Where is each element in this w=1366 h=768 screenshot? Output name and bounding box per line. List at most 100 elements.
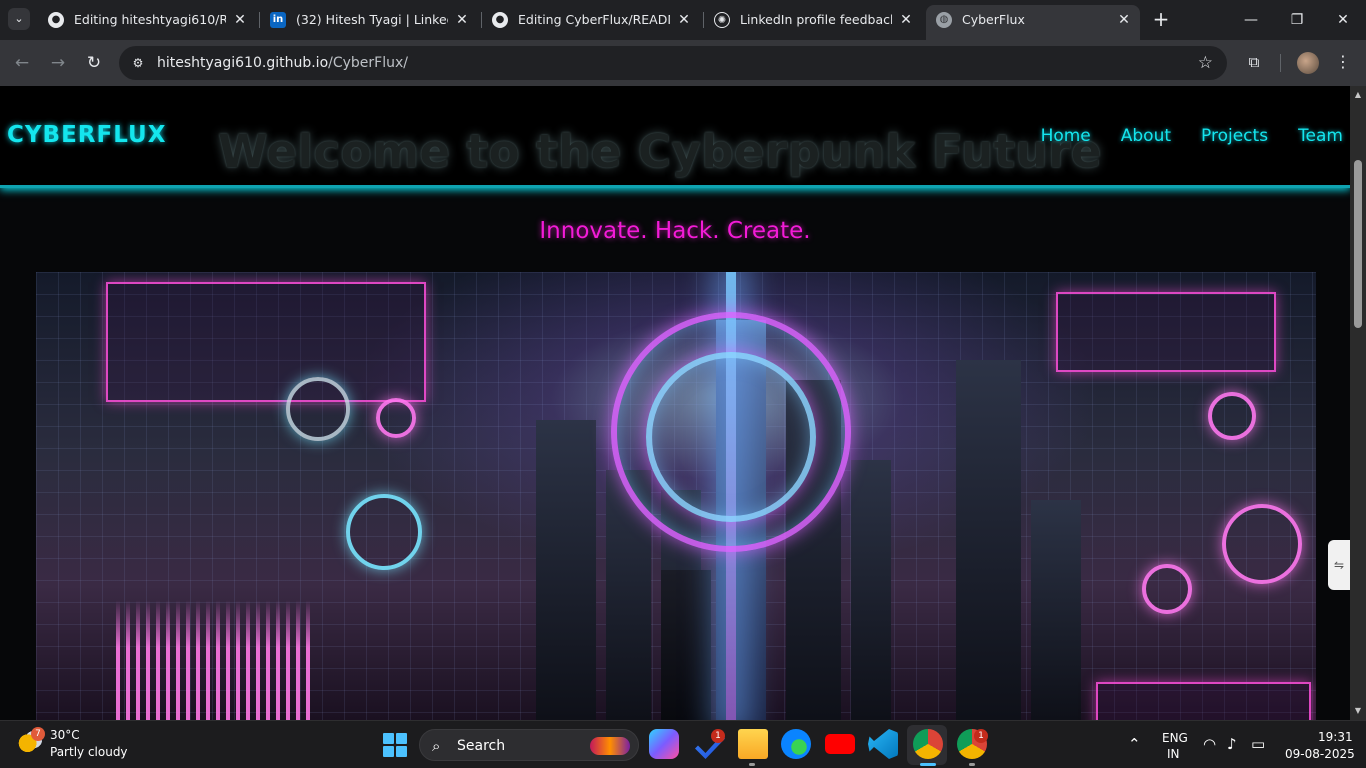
- chrome-icon[interactable]: [913, 729, 943, 759]
- site-header: CYBERFLUX Welcome to the Cyberpunk Futur…: [0, 86, 1350, 188]
- page-scrollbar[interactable]: ▲ ▼: [1350, 86, 1366, 720]
- more-menu-icon[interactable]: ⋮: [1335, 51, 1351, 73]
- close-icon[interactable]: ✕: [898, 5, 914, 35]
- nav-link-home[interactable]: Home: [1041, 126, 1091, 146]
- start-button[interactable]: [383, 733, 407, 757]
- close-icon[interactable]: ✕: [454, 5, 470, 35]
- search-highlight-art: [590, 737, 630, 755]
- weather-desc[interactable]: Partly cloudy: [50, 745, 128, 759]
- browser-toolbar: ← → ↻ ⚙ hiteshtyagi610.github.io/CyberFl…: [0, 40, 1366, 86]
- neon-ring-inner: [646, 352, 816, 522]
- url-host: hiteshtyagi610.github.io: [157, 55, 329, 71]
- chatgpt-icon: ✺: [714, 12, 730, 28]
- url-text: hiteshtyagi610.github.io/CyberFlux/: [157, 46, 408, 80]
- skyscraper: [1031, 500, 1081, 720]
- volume-icon[interactable]: ♪: [1227, 735, 1237, 753]
- hologram-panel: [1056, 292, 1276, 372]
- chrome-badge: 1: [974, 729, 988, 743]
- tab-github-cyberflux[interactable]: ● Editing CyberFlux/README.r ✕: [482, 5, 700, 35]
- tray-chevron-icon[interactable]: ⌃: [1128, 735, 1141, 753]
- hologram-dial: [346, 494, 422, 570]
- skyscraper: [956, 360, 1021, 720]
- nav-link-projects[interactable]: Projects: [1201, 126, 1268, 146]
- active-indicator: [920, 763, 936, 766]
- hologram-dial: [1142, 564, 1192, 614]
- github-icon: ●: [48, 12, 64, 28]
- url-path: /CyberFlux/: [328, 55, 408, 71]
- tab-chatgpt[interactable]: ✺ LinkedIn profile feedback ✕: [704, 5, 922, 35]
- running-indicator: [969, 763, 975, 766]
- hologram-dial: [286, 377, 350, 441]
- todo-badge: 1: [711, 729, 725, 743]
- running-indicator: [749, 763, 755, 766]
- restore-icon[interactable]: ❐: [1274, 0, 1320, 40]
- tagline: Innovate. Hack. Create.: [539, 218, 811, 244]
- nav-link-about[interactable]: About: [1121, 126, 1171, 146]
- battery-icon[interactable]: ▭: [1251, 735, 1265, 753]
- tab-title: CyberFlux: [962, 12, 1025, 27]
- tab-title: (32) Hitesh Tyagi | LinkedIn: [296, 12, 448, 27]
- tab-title: Editing CyberFlux/README.r: [518, 12, 670, 27]
- site-logo[interactable]: CYBERFLUX: [7, 122, 166, 148]
- extensions-puzzle-icon[interactable]: ⧉: [1243, 51, 1265, 73]
- site-nav: Home About Projects Team: [1041, 126, 1343, 146]
- close-window-icon[interactable]: ✕: [1320, 0, 1366, 40]
- bookmark-star-icon[interactable]: ☆: [1198, 46, 1213, 80]
- forward-arrow-icon[interactable]: →: [46, 51, 70, 75]
- skyscraper: [536, 420, 596, 720]
- file-explorer-icon[interactable]: [738, 729, 768, 759]
- tab-linkedin[interactable]: in (32) Hitesh Tyagi | LinkedIn ✕: [260, 5, 478, 35]
- scrollbar-thumb[interactable]: [1354, 160, 1362, 328]
- side-panel-handle[interactable]: ⇋: [1328, 540, 1350, 590]
- scroll-down-icon[interactable]: ▼: [1350, 704, 1366, 718]
- weather-badge: 7: [31, 727, 45, 741]
- site-info-icon[interactable]: ⚙: [129, 54, 147, 72]
- search-label: Search: [457, 738, 506, 754]
- close-icon[interactable]: ✕: [1116, 5, 1132, 35]
- windows-taskbar: 30°C Partly cloudy ⌕ Search 1 1 ⌃ ENG IN…: [0, 720, 1366, 768]
- reload-icon[interactable]: ↻: [82, 51, 106, 75]
- clock-time[interactable]: 19:31: [1318, 730, 1353, 744]
- skyscraper: [851, 460, 891, 720]
- tab-cyberflux[interactable]: ◍ CyberFlux ✕: [926, 5, 1140, 40]
- close-icon[interactable]: ✕: [676, 5, 692, 35]
- copilot-icon[interactable]: [649, 729, 679, 759]
- youtube-icon[interactable]: [825, 734, 855, 754]
- github-icon: ●: [492, 12, 508, 28]
- vscode-icon[interactable]: [868, 729, 898, 759]
- hero-title: Welcome to the Cyberpunk Future: [218, 125, 1102, 178]
- bar-graph-hologram: [116, 600, 316, 720]
- back-arrow-icon[interactable]: ←: [10, 51, 34, 75]
- taskbar-search[interactable]: ⌕ Search: [419, 729, 639, 761]
- nav-link-team[interactable]: Team: [1298, 126, 1343, 146]
- hologram-panel: [106, 282, 426, 402]
- cyberpunk-city-image: [36, 272, 1316, 720]
- tab-title: Editing hiteshtyagi610/READ: [74, 12, 226, 27]
- tab-strip: ⌄ ● Editing hiteshtyagi610/READ ✕ in (32…: [0, 0, 1366, 40]
- tab-title: LinkedIn profile feedback: [740, 12, 892, 27]
- tab-github-readme[interactable]: ● Editing hiteshtyagi610/READ ✕: [38, 5, 256, 35]
- globe-icon: ◍: [936, 12, 952, 28]
- language-top[interactable]: ENG: [1162, 731, 1188, 745]
- edge-icon[interactable]: [781, 729, 811, 759]
- toolbar-divider: [1280, 54, 1281, 72]
- address-bar[interactable]: ⚙ hiteshtyagi610.github.io/CyberFlux/ ☆: [119, 46, 1227, 80]
- foreground-tower: [661, 570, 711, 720]
- linkedin-icon: in: [270, 12, 286, 28]
- tab-search-chevron-icon[interactable]: ⌄: [8, 8, 30, 30]
- hologram-dial: [1222, 504, 1302, 584]
- language-bottom[interactable]: IN: [1167, 747, 1180, 761]
- web-page: CYBERFLUX Welcome to the Cyberpunk Futur…: [0, 86, 1350, 720]
- hologram-dial: [1208, 392, 1256, 440]
- profile-avatar[interactable]: [1297, 52, 1319, 74]
- minimize-icon[interactable]: —: [1228, 0, 1274, 40]
- scroll-up-icon[interactable]: ▲: [1350, 88, 1366, 102]
- hologram-panel: [1096, 682, 1311, 720]
- hologram-dial: [376, 398, 416, 438]
- wifi-icon[interactable]: ◠: [1203, 735, 1216, 753]
- close-icon[interactable]: ✕: [232, 5, 248, 35]
- new-tab-icon[interactable]: +: [1150, 8, 1172, 30]
- clock-date[interactable]: 09-08-2025: [1285, 747, 1355, 761]
- weather-temp[interactable]: 30°C: [50, 728, 80, 742]
- search-icon: ⌕: [432, 737, 441, 755]
